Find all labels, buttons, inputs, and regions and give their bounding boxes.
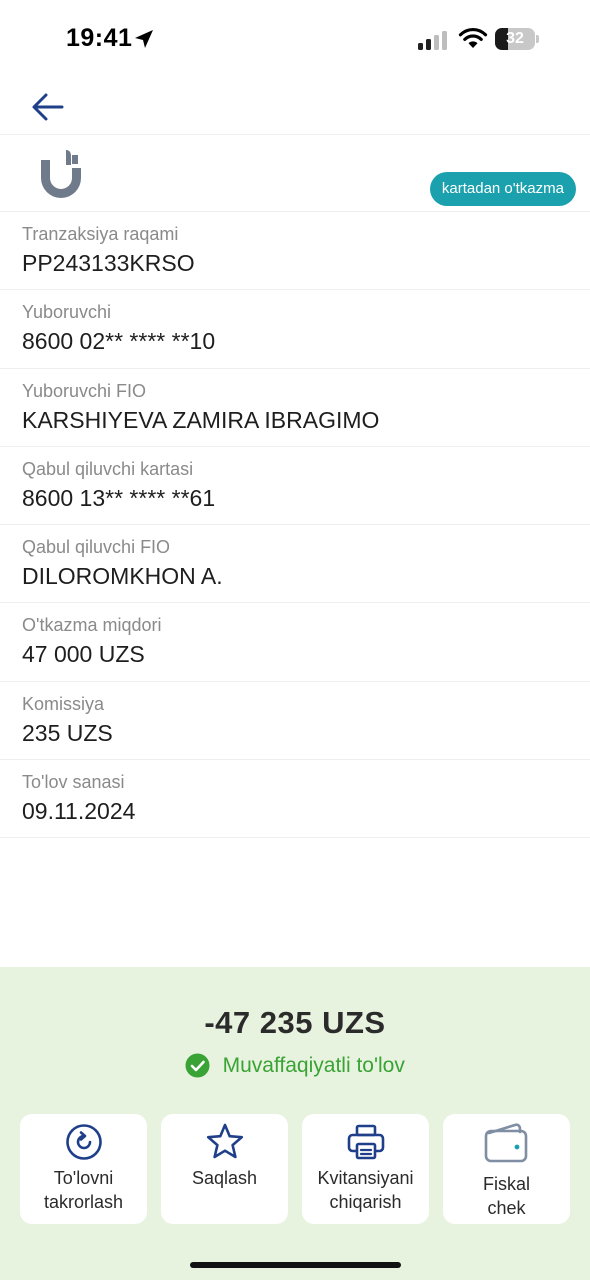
star-icon bbox=[206, 1123, 244, 1159]
action-label: To'lovni bbox=[53, 1168, 114, 1188]
repeat-payment-button[interactable]: To'lovni takrorlash bbox=[20, 1114, 147, 1224]
status-time: 19:41 bbox=[66, 24, 133, 52]
cellular-signal-icon bbox=[418, 31, 447, 50]
location-arrow-icon bbox=[135, 30, 153, 48]
detail-value: 235 UZS bbox=[22, 719, 113, 746]
arrow-left-icon bbox=[32, 93, 64, 121]
transfer-type-badge: kartadan o'tkazma bbox=[429, 172, 576, 206]
wifi-icon bbox=[458, 27, 488, 48]
detail-value: 47 000 UZS bbox=[22, 641, 145, 668]
detail-label: Tranzaksiya raqami bbox=[22, 224, 179, 244]
total-amount: -47 235 UZS bbox=[204, 1005, 386, 1040]
wallet-icon bbox=[484, 1123, 528, 1163]
detail-row-sender-card: Yuboruvchi 8600 02** **** **10 bbox=[0, 290, 590, 369]
action-label: Saqlash bbox=[191, 1168, 258, 1188]
detail-row-payment-date: To'lov sanasi 09.11.2024 bbox=[0, 760, 590, 839]
detail-label: To'lov sanasi bbox=[22, 772, 125, 793]
payment-summary-panel: -47 235 UZS Muvaffaqiyatli to'lov To'lov… bbox=[0, 967, 590, 1280]
payment-status-text: Muvaffaqiyatli to'lov bbox=[222, 1053, 405, 1077]
home-indicator[interactable] bbox=[190, 1262, 401, 1268]
action-label: Fiskal bbox=[482, 1174, 530, 1194]
detail-label: Komissiya bbox=[22, 693, 105, 714]
detail-value: KARSHIYEVA ZAMIRA IBRAGIMO bbox=[22, 406, 380, 433]
action-label: chiqarish bbox=[329, 1192, 402, 1212]
repeat-icon bbox=[66, 1124, 102, 1160]
transaction-details: Tranzaksiya raqami PP243133KRSO Yuboruvc… bbox=[0, 212, 590, 839]
detail-value: PP243133KRSO bbox=[22, 250, 195, 276]
detail-value: 8600 13** **** **61 bbox=[22, 484, 216, 511]
action-label: chek bbox=[487, 1198, 526, 1218]
action-buttons: To'lovni takrorlash Saqlash Kvitansiyani… bbox=[20, 1114, 570, 1224]
back-button[interactable] bbox=[26, 86, 72, 126]
payment-status: Muvaffaqiyatli to'lov bbox=[0, 1053, 590, 1083]
detail-row-transaction-id: Tranzaksiya raqami PP243133KRSO bbox=[0, 212, 590, 291]
navigation-bar bbox=[0, 80, 590, 135]
save-button[interactable]: Saqlash bbox=[161, 1114, 288, 1224]
detail-row-recipient-card: Qabul qiluvchi kartasi 8600 13** **** **… bbox=[0, 447, 590, 526]
detail-row-commission: Komissiya 235 UZS bbox=[0, 682, 590, 761]
detail-value: DILOROMKHON A. bbox=[22, 563, 223, 590]
printer-icon bbox=[347, 1124, 385, 1160]
detail-row-transfer-amount: O'tkazma miqdori 47 000 UZS bbox=[0, 603, 590, 682]
detail-value: 09.11.2024 bbox=[22, 798, 136, 825]
print-receipt-button[interactable]: Kvitansiyani chiqarish bbox=[302, 1114, 429, 1224]
detail-value: 8600 02** **** **10 bbox=[22, 328, 216, 355]
fiscal-receipt-button[interactable]: Fiskal chek bbox=[443, 1114, 570, 1224]
transaction-header: kartadan o'tkazma bbox=[0, 136, 590, 212]
detail-label: Qabul qiluvchi kartasi bbox=[22, 458, 194, 479]
status-bar: 19:41 32 bbox=[0, 0, 590, 80]
detail-label: Yuboruvchi FIO bbox=[22, 380, 147, 401]
bank-logo-icon bbox=[41, 150, 81, 198]
action-label: takrorlash bbox=[43, 1192, 124, 1212]
detail-label: O'tkazma miqdori bbox=[22, 615, 162, 636]
action-label: Kvitansiyani bbox=[317, 1168, 414, 1188]
detail-row-recipient-name: Qabul qiluvchi FIO DILOROMKHON A. bbox=[0, 525, 590, 604]
detail-label: Qabul qiluvchi FIO bbox=[22, 537, 171, 558]
detail-row-sender-name: Yuboruvchi FIO KARSHIYEVA ZAMIRA IBRAGIM… bbox=[0, 369, 590, 447]
battery-level: 32 bbox=[506, 30, 524, 47]
check-circle-icon bbox=[185, 1053, 210, 1078]
detail-label: Yuboruvchi bbox=[22, 302, 112, 323]
battery-icon: 32 bbox=[495, 28, 539, 50]
